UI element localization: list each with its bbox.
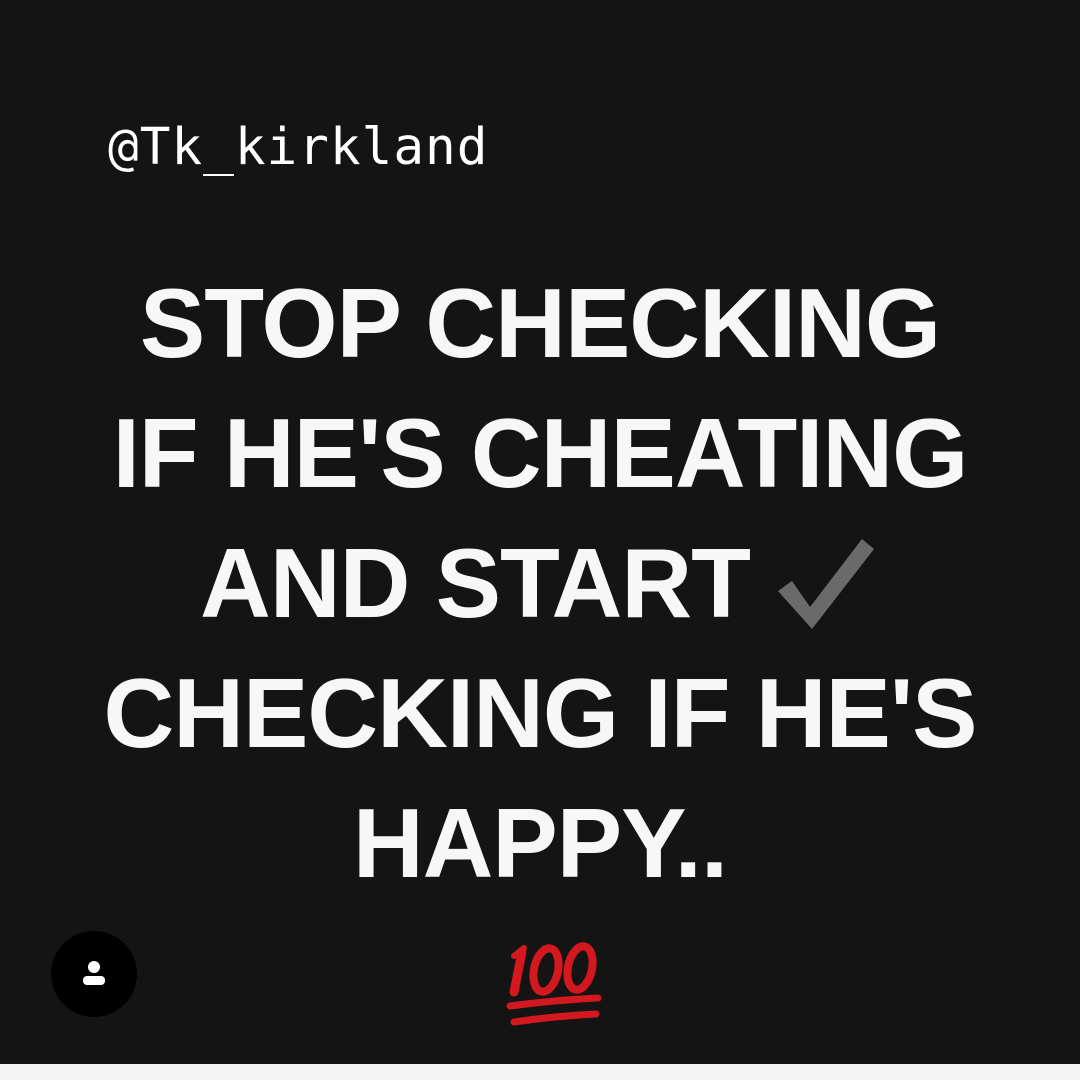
quote-line-5: HAPPY.. [352,788,728,898]
post-image: @Tk_kirkland STOP CHECKING IF HE'S CHEAT… [0,0,1080,1064]
quote-text: STOP CHECKING IF HE'S CHEATING AND START… [0,258,1080,908]
checkmark-icon [770,533,880,633]
quote-line-4: CHECKING IF HE'S [103,658,977,768]
bottom-border [0,1064,1080,1080]
quote-line-3: AND START [200,528,751,638]
quote-line-1: STOP CHECKING [139,268,941,378]
profile-button[interactable] [51,931,137,1017]
author-handle: @Tk_kirkland [108,118,489,177]
quote-line-2: IF HE'S CHEATING [112,398,969,508]
user-icon [83,961,105,985]
quote-line-3-wrap: AND START [0,518,1080,648]
hundred-points-icon [500,930,610,1038]
